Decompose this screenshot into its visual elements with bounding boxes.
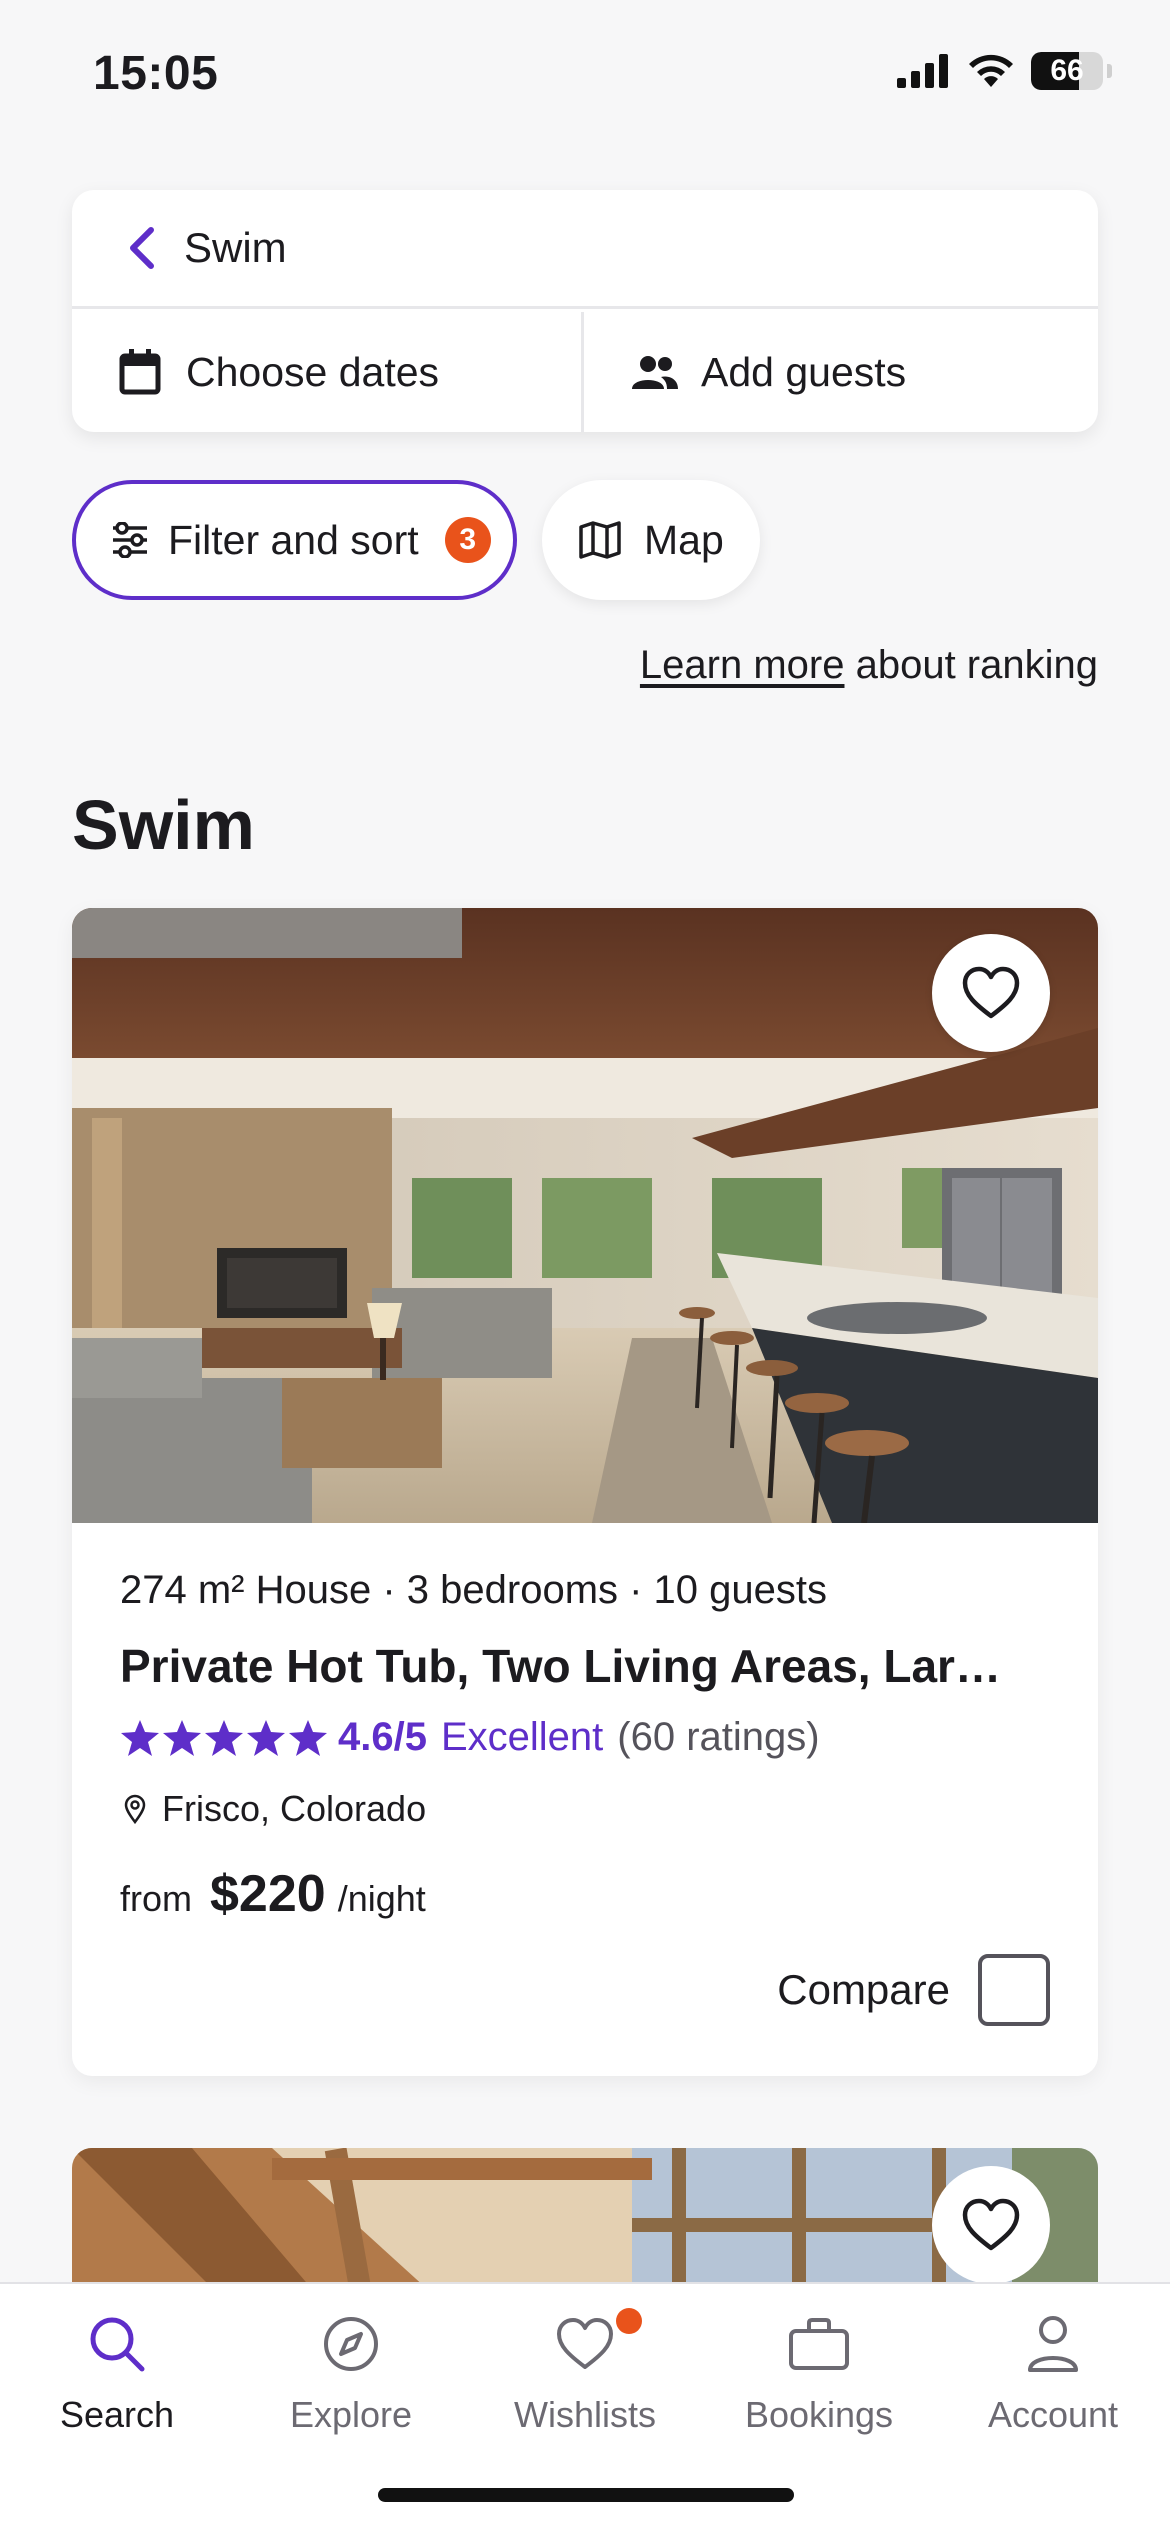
map-label: Map: [644, 516, 724, 563]
price-unit: /night: [337, 1878, 426, 1919]
compass-icon: [234, 2304, 468, 2384]
star-icon: [121, 1719, 159, 1756]
search-card: Swim Choose dates Add guests: [72, 190, 1098, 432]
tab-label: Explore: [289, 2394, 413, 2435]
compare-checkbox[interactable]: [978, 1954, 1050, 2026]
price-from: from: [120, 1878, 192, 1919]
star-icon: [289, 1719, 327, 1756]
tab-account[interactable]: Account: [936, 2304, 1170, 2436]
cellular-signal-icon: [897, 54, 948, 88]
price-amount: $220: [210, 1865, 326, 1923]
battery-cap: [1107, 64, 1112, 78]
back-button[interactable]: [112, 218, 172, 278]
choose-dates-label: Choose dates: [186, 348, 440, 395]
tab-search[interactable]: Search: [0, 2304, 234, 2436]
search-icon: [0, 2304, 234, 2384]
map-icon: [576, 516, 624, 564]
filter-and-sort-button[interactable]: Filter and sort 3: [72, 480, 517, 600]
briefcase-icon: [702, 2304, 936, 2384]
battery-percent: 66: [1050, 54, 1084, 87]
add-guests-button[interactable]: Add guests: [587, 312, 1098, 432]
ranking-text: about ranking: [844, 643, 1098, 687]
listing-title[interactable]: Private Hot Tub, Two Living Areas, Large…: [120, 1639, 1020, 1693]
home-indicator[interactable]: [378, 2488, 794, 2502]
ranking-info: Learn more about ranking: [640, 643, 1098, 688]
rating-score: 4.6/5: [338, 1715, 427, 1759]
listing-meta: 274 m² House · 3 bedrooms · 10 guests: [120, 1568, 828, 1612]
section-title: Swim: [72, 786, 255, 864]
location-pin-icon: [120, 1792, 150, 1826]
filter-count-badge: 3: [444, 517, 491, 563]
status-time: 15:05: [93, 47, 219, 100]
learn-more-link[interactable]: Learn more: [640, 643, 845, 687]
star-icon: [205, 1719, 243, 1756]
tab-label: Account: [987, 2394, 1119, 2435]
compare-row[interactable]: Compare: [777, 1954, 1050, 2026]
tab-label: Wishlists: [514, 2394, 656, 2435]
chevron-left-icon: [130, 227, 154, 269]
search-query[interactable]: Swim: [184, 224, 287, 272]
filter-and-sort-label: Filter and sort: [168, 516, 419, 563]
search-row[interactable]: Swim: [72, 190, 1098, 309]
rating-count: (60 ratings): [617, 1715, 820, 1759]
sliders-icon: [106, 516, 154, 564]
person-icon: [936, 2304, 1170, 2384]
people-icon: [631, 348, 679, 396]
heart-icon: [962, 2198, 1020, 2251]
map-button[interactable]: Map: [542, 480, 760, 600]
favorite-button[interactable]: [932, 934, 1050, 1052]
heart-icon: [962, 966, 1020, 1019]
heart-icon: [468, 2304, 702, 2384]
listing-card[interactable]: 274 m² House · 3 bedrooms · 10 guests Pr…: [72, 908, 1098, 2076]
star-icon: [247, 1719, 285, 1756]
star-icon: [163, 1719, 201, 1756]
wifi-icon: [969, 54, 1013, 87]
status-icons: 66: [897, 52, 1112, 90]
price-row: from $220 /night: [120, 1864, 1050, 1924]
add-guests-label: Add guests: [701, 348, 907, 395]
favorite-button[interactable]: [932, 2166, 1050, 2284]
battery-indicator: 66: [1031, 52, 1103, 90]
choose-dates-button[interactable]: Choose dates: [72, 312, 584, 432]
tab-label: Search: [59, 2394, 175, 2435]
location-text: Frisco, Colorado: [162, 1788, 427, 1829]
tab-bookings[interactable]: Bookings: [702, 2304, 936, 2436]
tab-wishlists[interactable]: Wishlists: [468, 2304, 702, 2436]
star-rating: [120, 1719, 328, 1757]
rating-word: Excellent: [440, 1715, 604, 1759]
tab-label: Bookings: [744, 2394, 894, 2435]
location-row: Frisco, Colorado: [120, 1788, 1050, 1830]
tab-explore[interactable]: Explore: [234, 2304, 468, 2436]
listing-body: 274 m² House · 3 bedrooms · 10 guests Pr…: [120, 1568, 1050, 1924]
calendar-icon: [116, 348, 164, 396]
notification-dot: [616, 2308, 642, 2334]
status-bar: 15:05 66: [0, 0, 1170, 140]
compare-label: Compare: [777, 1966, 950, 2013]
rating-row: 4.6/5 Excellent (60 ratings): [120, 1715, 1050, 1760]
